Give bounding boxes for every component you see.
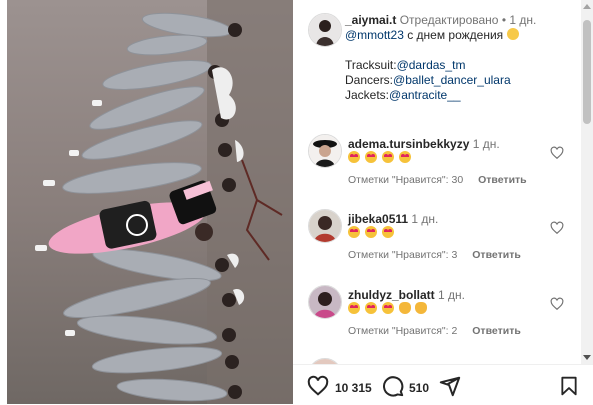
caption-text: с днем рождения	[403, 28, 504, 42]
separator: •	[501, 13, 507, 27]
caption-jackets-line: Jackets:@antracite__	[345, 88, 581, 103]
comments-scroll-area[interactable]: _aiymai.t Отредактировано • 1 дн. @mmott…	[293, 0, 581, 364]
caption-first-line: @mmott23 с днем рождения	[345, 28, 581, 43]
comment-username[interactable]: adema.tursinbekkyzy	[348, 137, 469, 151]
commenter-avatar[interactable]	[308, 285, 342, 319]
commenter-avatar-image	[309, 286, 341, 318]
comment-likes[interactable]: Отметки "Нравится": 30	[348, 174, 463, 186]
comments-scrollbar[interactable]	[581, 0, 593, 364]
instagram-post-view: _aiymai.t Отредактировано • 1 дн. @mmott…	[0, 0, 593, 404]
comment-text	[348, 226, 395, 240]
comment-like-heart-icon[interactable]	[550, 297, 564, 311]
comment-meta: Отметки "Нравится": 3 Ответить	[348, 249, 533, 261]
comment-like-heart-icon[interactable]	[550, 221, 564, 235]
heart-eyes-emoji-icon	[364, 151, 377, 163]
comment-likes[interactable]: Отметки "Нравится": 2	[348, 325, 457, 337]
heart-icon[interactable]	[307, 375, 329, 397]
caption-mention-link[interactable]: @mmott23	[345, 28, 404, 42]
comment-icon[interactable]	[382, 375, 404, 397]
heart-eyes-emoji-icon	[348, 151, 360, 163]
author-avatar[interactable]	[308, 13, 342, 47]
like-count[interactable]: 10 315	[335, 381, 372, 395]
heart-eyes-emoji-icon	[381, 302, 394, 314]
comment-header: adema.tursinbekkyzy 1 дн.	[348, 137, 500, 151]
commenter-avatar-image	[309, 210, 341, 242]
heart-eyes-emoji-icon	[381, 226, 394, 238]
comment-time[interactable]: 1 дн.	[438, 288, 465, 302]
reply-button[interactable]: Ответить	[472, 249, 521, 261]
smiling-face-with-halo-icon	[506, 28, 519, 40]
comment-text	[348, 151, 412, 165]
share-icon[interactable]	[439, 375, 461, 397]
scrollbar-thumb[interactable]	[583, 20, 591, 124]
heart-eyes-emoji-icon	[398, 151, 411, 163]
clapping-hands-emoji-icon	[398, 302, 411, 314]
scroll-up-arrow-icon[interactable]	[583, 4, 591, 9]
caption-dancers-line: Dancers:@ballet_dancer_ulara	[345, 73, 581, 88]
caption-header: _aiymai.t Отредактировано • 1 дн.	[345, 13, 581, 28]
comment-item: jibeka0511 1 дн. Отметки "Нравится": 3 О…	[308, 209, 578, 269]
comment-time[interactable]: 1 дн.	[473, 137, 500, 151]
comment-likes[interactable]: Отметки "Нравится": 3	[348, 249, 457, 261]
tracksuit-label: Tracksuit:	[345, 58, 397, 72]
comment-like-heart-icon[interactable]	[550, 146, 564, 160]
post-caption: _aiymai.t Отредактировано • 1 дн. @mmott…	[345, 13, 581, 103]
comment-username[interactable]: jibeka0511	[348, 212, 408, 226]
heart-eyes-emoji-icon	[364, 302, 377, 314]
commenter-avatar[interactable]	[308, 134, 342, 168]
author-username[interactable]: _aiymai.t	[345, 13, 396, 27]
comment-time[interactable]: 1 дн.	[411, 212, 438, 226]
caption-tracksuit-line: Tracksuit:@dardas_tm	[345, 58, 581, 73]
comment-item: zhuldyz_bollatt 1 дн. Отметки "Нравится"…	[308, 285, 578, 345]
post-details-panel: _aiymai.t Отредактировано • 1 дн. @mmott…	[293, 0, 593, 404]
jackets-label: Jackets:	[345, 88, 390, 102]
comment-count[interactable]: 510	[409, 381, 429, 395]
left-edge	[0, 0, 7, 404]
heart-eyes-emoji-icon	[381, 151, 394, 163]
comment-meta: Отметки "Нравится": 2 Ответить	[348, 325, 533, 337]
scroll-down-arrow-icon[interactable]	[583, 355, 591, 360]
commenter-avatar-image	[309, 135, 341, 167]
author-avatar-image	[309, 14, 341, 46]
jackets-link[interactable]: @antracite__	[389, 88, 461, 102]
reply-button[interactable]: Ответить	[478, 174, 527, 186]
heart-eyes-emoji-icon	[364, 226, 377, 238]
post-time[interactable]: 1 дн.	[509, 13, 536, 27]
dancers-label: Dancers:	[345, 73, 394, 87]
heart-eyes-emoji-icon	[348, 226, 360, 238]
comment-item: adema.tursinbekkyzy 1 дн. Отметки "Нрави…	[308, 134, 578, 194]
post-action-bar: 10 315 510	[293, 364, 593, 405]
comment-username[interactable]: zhuldyz_bollatt	[348, 288, 435, 302]
post-media-video[interactable]	[7, 0, 293, 404]
heart-eyes-emoji-icon	[348, 302, 360, 314]
tracksuit-link[interactable]: @dardas_tm	[397, 58, 466, 72]
comment-header: zhuldyz_bollatt 1 дн.	[348, 288, 465, 302]
comment-text	[348, 302, 428, 316]
commenter-avatar[interactable]	[308, 209, 342, 243]
comment-header: jibeka0511 1 дн.	[348, 212, 438, 226]
dancers-link[interactable]: @ballet_dancer_ulara	[393, 73, 511, 87]
dance-group-image	[7, 0, 293, 404]
bookmark-icon[interactable]	[559, 375, 579, 397]
reply-button[interactable]: Ответить	[472, 325, 521, 337]
clapping-hands-emoji-icon	[415, 302, 428, 314]
edited-label: Отредактировано	[399, 13, 499, 27]
comment-meta: Отметки "Нравится": 30 Ответить	[348, 174, 539, 186]
